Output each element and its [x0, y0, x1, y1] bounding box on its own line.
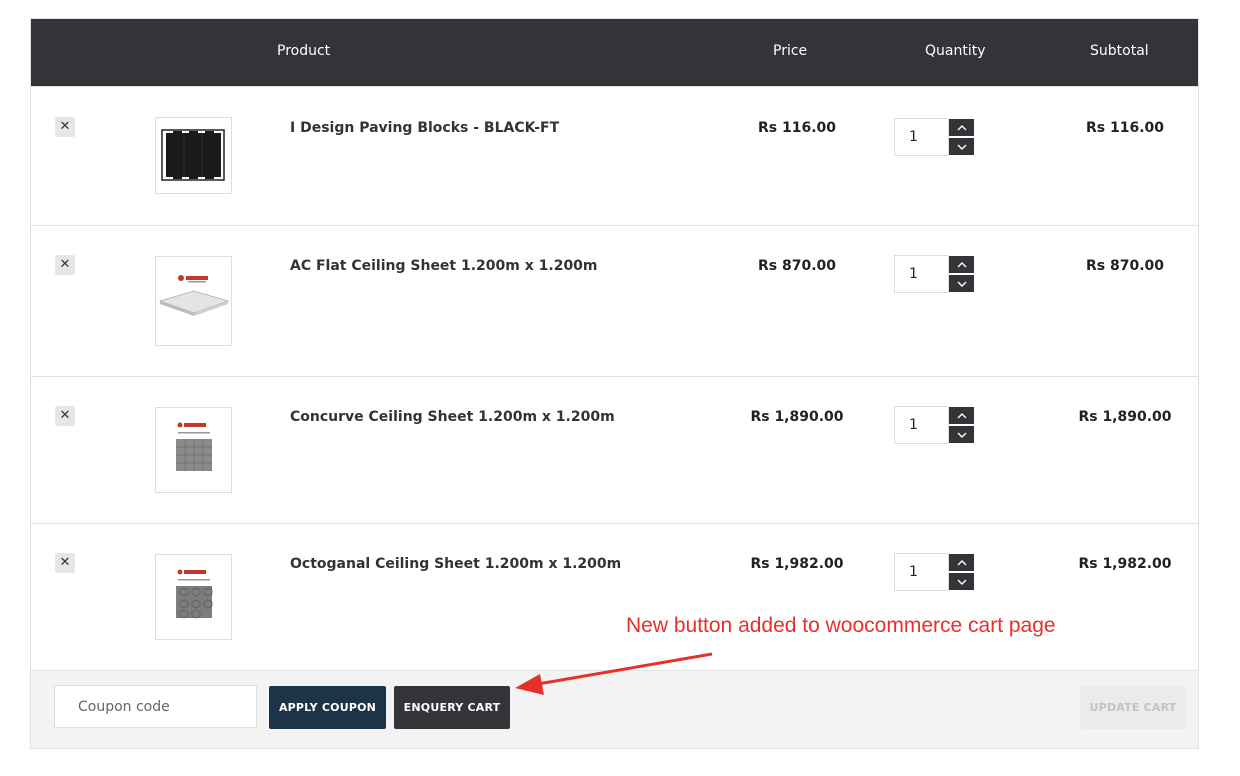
- product-subtotal: Rs 1,890.00: [1078, 409, 1172, 425]
- octagonal-ceiling-sheet-image: [176, 569, 213, 619]
- product-price: Rs 1,890.00: [750, 409, 844, 425]
- product-name-link[interactable]: Concurve Ceiling Sheet 1.200m x 1.200m: [290, 409, 615, 425]
- header-price: Price: [773, 43, 808, 59]
- chevron-up-icon: [957, 261, 966, 267]
- product-subtotal: Rs 116.00: [1085, 120, 1164, 136]
- cart-actions: Coupon code APPLY COUPON ENQUERY CART UP…: [31, 670, 1198, 748]
- cart-row: ✕ AC Flat Ceiling Sheet 1.200m x 1.200m …: [31, 225, 1198, 376]
- chevron-down-icon: [957, 281, 966, 287]
- quantity-increase-button[interactable]: [949, 554, 974, 571]
- product-thumbnail[interactable]: [155, 407, 232, 493]
- product-name-link[interactable]: Octoganal Ceiling Sheet 1.200m x 1.200m: [290, 556, 621, 572]
- product-price: Rs 116.00: [757, 120, 836, 136]
- product-subtotal: Rs 1,982.00: [1078, 556, 1172, 572]
- cart-table-header: Product Price Quantity Subtotal: [31, 19, 1198, 86]
- product-thumbnail[interactable]: [155, 554, 232, 640]
- quantity-increase-button[interactable]: [949, 119, 974, 136]
- product-price: Rs 1,982.00: [750, 556, 844, 572]
- remove-item-button[interactable]: ✕: [55, 406, 75, 426]
- product-name-link[interactable]: AC Flat Ceiling Sheet 1.200m x 1.200m: [290, 258, 598, 274]
- product-name-link[interactable]: I Design Paving Blocks - BLACK-FT: [290, 120, 559, 136]
- concurve-ceiling-sheet-image: [176, 422, 212, 471]
- remove-item-button[interactable]: ✕: [55, 553, 75, 573]
- annotation-text: New button added to woocommerce cart pag…: [626, 614, 1056, 637]
- cart-row: ✕ Concurve Ceiling Sheet 1.200m x 1.200m…: [31, 376, 1198, 523]
- cart-table: Product Price Quantity Subtotal ✕ I Desi…: [30, 18, 1199, 749]
- update-cart-button[interactable]: UPDATE CART: [1080, 686, 1186, 729]
- cart-row: ✕ I Design Paving Blocks - BLACK-FT Rs 1…: [31, 86, 1198, 225]
- chevron-down-icon: [957, 432, 966, 438]
- chevron-up-icon: [957, 124, 966, 130]
- product-subtotal: Rs 870.00: [1085, 258, 1164, 274]
- quantity-increase-button[interactable]: [949, 256, 974, 273]
- quantity-input[interactable]: 1: [894, 553, 949, 591]
- quantity-input[interactable]: 1: [894, 255, 949, 293]
- remove-item-button[interactable]: ✕: [55, 117, 75, 137]
- product-thumbnail[interactable]: [155, 117, 232, 194]
- header-product: Product: [277, 43, 331, 59]
- flat-ceiling-sheet-image: [158, 275, 230, 316]
- quantity-decrease-button[interactable]: [949, 573, 974, 590]
- chevron-up-icon: [957, 412, 966, 418]
- quantity-decrease-button[interactable]: [949, 426, 974, 443]
- coupon-code-input[interactable]: Coupon code: [54, 685, 257, 728]
- remove-item-button[interactable]: ✕: [55, 255, 75, 275]
- header-subtotal: Subtotal: [1090, 43, 1149, 59]
- header-quantity: Quantity: [925, 43, 986, 59]
- quantity-input[interactable]: 1: [894, 118, 949, 156]
- enquery-cart-button[interactable]: ENQUERY CART: [394, 686, 510, 729]
- quantity-decrease-button[interactable]: [949, 138, 974, 155]
- chevron-down-icon: [957, 144, 966, 150]
- apply-coupon-button[interactable]: APPLY COUPON: [269, 686, 386, 729]
- cart-row: ✕ Octoganal Ceiling Sheet 1.200m x 1.200…: [31, 523, 1198, 670]
- chevron-up-icon: [957, 559, 966, 565]
- product-thumbnail[interactable]: [155, 256, 232, 346]
- chevron-down-icon: [957, 579, 966, 585]
- quantity-decrease-button[interactable]: [949, 275, 974, 292]
- quantity-input[interactable]: 1: [894, 406, 949, 444]
- black-paving-block-image: [161, 129, 225, 181]
- product-price: Rs 870.00: [757, 258, 836, 274]
- quantity-increase-button[interactable]: [949, 407, 974, 424]
